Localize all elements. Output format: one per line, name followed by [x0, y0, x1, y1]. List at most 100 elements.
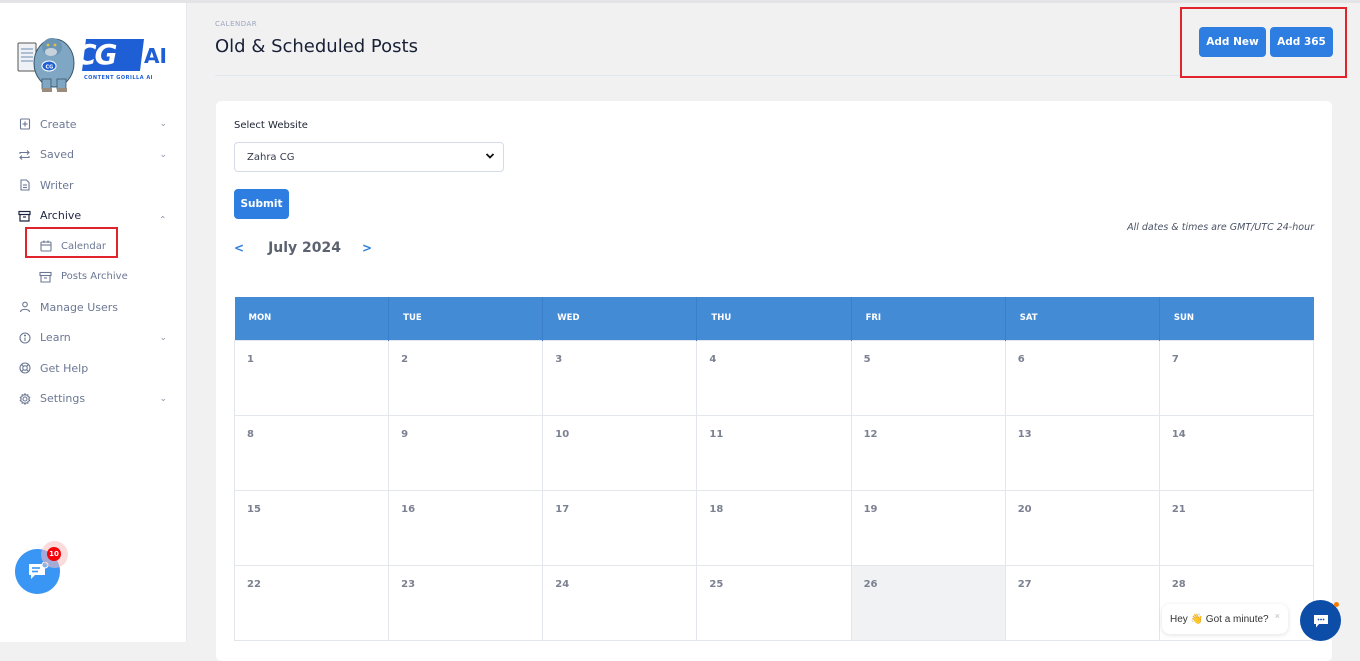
sidebar-item-posts-archive[interactable]: Posts Archive — [0, 262, 187, 293]
logo-suffix: AI — [144, 44, 167, 68]
document-icon — [18, 179, 31, 192]
sidebar-item-writer[interactable]: Writer — [0, 170, 187, 201]
calendar-day[interactable]: 20 — [1004, 489, 1160, 566]
select-website-label: Select Website — [234, 120, 308, 131]
website-select-value: Zahra CG — [247, 151, 295, 163]
calendar-day[interactable]: 15 — [233, 489, 390, 566]
notification-badge: 10 — [47, 547, 61, 561]
calendar-day[interactable]: 7 — [1158, 339, 1315, 416]
user-icon — [18, 301, 31, 314]
submit-button[interactable]: Submit — [234, 189, 289, 219]
chevron-down-icon — [485, 151, 495, 164]
website-select[interactable]: Zahra CG — [234, 142, 504, 172]
close-icon[interactable]: × — [1275, 611, 1280, 621]
calendar-day[interactable]: 23 — [388, 564, 544, 641]
calendar-day[interactable]: 21 — [1158, 489, 1315, 566]
calendar-day[interactable]: 10 — [542, 414, 698, 491]
calendar-day[interactable]: 1 — [233, 339, 390, 416]
sidebar-item-label: Manage Users — [40, 300, 118, 314]
calendar-week-row: 1 2 3 4 5 6 7 — [233, 339, 1315, 416]
sidebar-item-saved[interactable]: Saved ⌄ — [0, 140, 187, 171]
calendar-day[interactable]: 27 — [1004, 564, 1160, 641]
sidebar: CG CG AI CONTENT GORILLA AI Create ⌄ Sav… — [0, 3, 187, 642]
gear-icon — [18, 392, 31, 405]
sidebar-item-learn[interactable]: Learn ⌄ — [0, 323, 187, 354]
calendar-day[interactable]: 25 — [696, 564, 852, 641]
chevron-down-icon: ⌄ — [159, 149, 167, 160]
lifebuoy-icon — [18, 362, 31, 375]
sidebar-item-label: Learn — [40, 331, 71, 345]
weekday-header: WED — [542, 297, 697, 340]
chat-greeting-text: Hey 👋 Got a minute? — [1170, 613, 1269, 625]
calendar-day[interactable]: 5 — [850, 339, 1006, 416]
archive-box-icon — [18, 209, 31, 222]
logo[interactable]: CG CG AI CONTENT GORILLA AI — [16, 27, 168, 95]
chevron-up-icon: ⌄ — [159, 212, 167, 223]
calendar-card: Select Website Zahra CG Submit All dates… — [216, 101, 1332, 661]
sidebar-item-label: Settings — [40, 392, 86, 406]
header-divider — [215, 75, 1180, 76]
sidebar-item-label: Saved — [40, 148, 74, 162]
online-status-dot — [1334, 602, 1339, 607]
weekday-header: SAT — [1004, 297, 1160, 340]
add-buttons-highlight-box — [1180, 7, 1347, 78]
weekday-header: SUN — [1158, 297, 1314, 340]
timezone-note: All dates & times are GMT/UTC 24-hour — [1127, 222, 1314, 233]
calendar-highlight-box — [25, 227, 118, 258]
calendar-day[interactable]: 12 — [850, 414, 1006, 491]
sidebar-item-label: Create — [40, 117, 77, 131]
calendar-day[interactable]: 3 — [542, 339, 698, 416]
calendar-day[interactable]: 4 — [696, 339, 852, 416]
calendar-day[interactable]: 18 — [696, 489, 852, 566]
chevron-down-icon: ⌄ — [159, 119, 167, 130]
chat-bubble-icon — [1313, 614, 1328, 627]
calendar-day[interactable]: 6 — [1004, 339, 1160, 416]
file-plus-icon — [18, 118, 31, 131]
main-content: CALENDAR Old & Scheduled Posts Add New A… — [188, 3, 1360, 661]
calendar-day[interactable]: 2 — [388, 339, 544, 416]
calendar-day[interactable]: 8 — [233, 414, 390, 491]
sidebar-item-get-help[interactable]: Get Help — [0, 353, 187, 384]
calendar-grid: MON TUE WED THU FRI SAT SUN 1 2 3 4 5 6 — [233, 297, 1315, 641]
calendar-day[interactable]: 11 — [696, 414, 852, 491]
calendar-day[interactable]: 13 — [1004, 414, 1160, 491]
breadcrumb: CALENDAR — [215, 20, 258, 28]
svg-text:CG: CG — [46, 65, 54, 71]
sidebar-item-label: Archive — [40, 209, 82, 223]
info-circle-icon — [18, 331, 31, 344]
chevron-down-icon: ⌄ — [159, 332, 167, 343]
weekday-header: FRI — [850, 297, 1006, 340]
sidebar-item-settings[interactable]: Settings ⌄ — [0, 384, 187, 415]
sidebar-nav: Create ⌄ Saved ⌄ Writer Archive ⌄ Calend… — [0, 109, 187, 414]
weekday-header: THU — [696, 297, 852, 340]
prev-month-button[interactable]: < — [234, 241, 244, 255]
sidebar-item-create[interactable]: Create ⌄ — [0, 109, 187, 140]
archive-box-icon — [39, 270, 52, 283]
sidebar-item-manage-users[interactable]: Manage Users — [0, 292, 187, 323]
weekday-header: MON — [234, 297, 389, 340]
calendar-day[interactable]: 22 — [233, 564, 390, 641]
calendar-day[interactable]: 17 — [542, 489, 698, 566]
calendar-day-today[interactable]: 26 — [850, 564, 1006, 641]
next-month-button[interactable]: > — [362, 241, 372, 255]
repeat-icon — [18, 148, 31, 161]
logo-tagline: CONTENT GORILLA AI — [84, 75, 154, 81]
calendar-week-row: 15 16 17 18 19 20 21 — [233, 489, 1315, 566]
chevron-down-icon: ⌄ — [159, 393, 167, 404]
calendar-day[interactable]: 16 — [388, 489, 544, 566]
calendar-week-row: 8 9 10 11 12 13 14 — [233, 414, 1315, 491]
month-label: July 2024 — [268, 240, 342, 256]
chat-greeting-bubble[interactable]: Hey 👋 Got a minute? × — [1162, 604, 1288, 634]
calendar-day[interactable]: 24 — [542, 564, 698, 641]
weekday-header: TUE — [388, 297, 543, 340]
logo-text: CG — [76, 38, 118, 71]
sidebar-item-label: Posts Archive — [61, 271, 128, 283]
sidebar-item-label: Writer — [40, 178, 74, 192]
calendar-day[interactable]: 9 — [388, 414, 544, 491]
page-title: Old & Scheduled Posts — [215, 36, 418, 57]
sidebar-item-label: Get Help — [40, 361, 89, 375]
calendar-day[interactable]: 14 — [1158, 414, 1315, 491]
month-navigation: < July 2024 > — [234, 237, 372, 259]
weekday-header-row: MON TUE WED THU FRI SAT SUN — [234, 297, 1314, 340]
calendar-day[interactable]: 19 — [850, 489, 1006, 566]
